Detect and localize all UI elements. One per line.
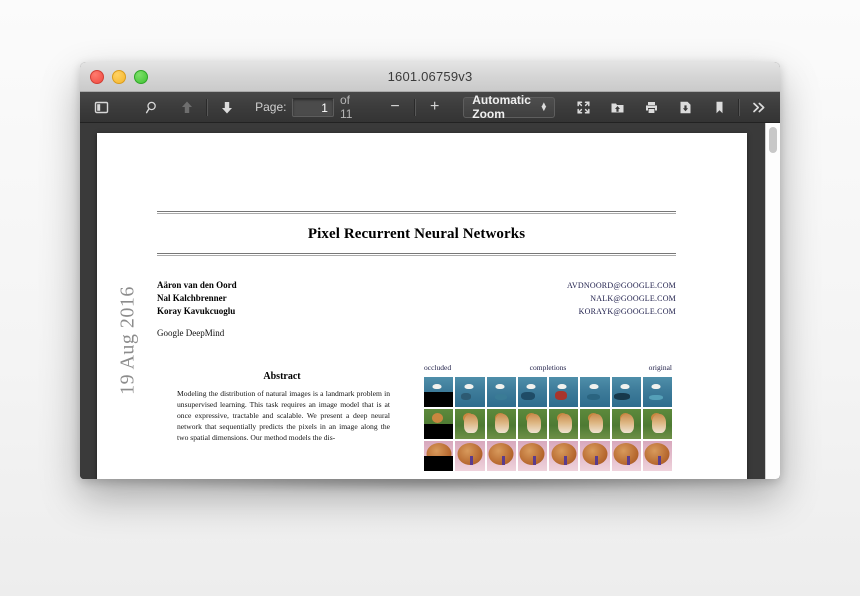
vertical-scrollbar[interactable] bbox=[765, 123, 780, 479]
toolbar-divider-1 bbox=[205, 98, 208, 116]
figure-label-original: original bbox=[648, 363, 672, 372]
paper-title: Pixel Recurrent Neural Networks bbox=[307, 226, 526, 242]
author-name: Aäron van den Oord bbox=[157, 280, 237, 290]
window-controls bbox=[90, 69, 148, 84]
page-number-input[interactable]: 1 bbox=[292, 97, 334, 117]
figure-cell bbox=[642, 377, 672, 407]
minimize-button[interactable] bbox=[112, 69, 126, 84]
pdf-toolbar: Page: 1 of 11 − + Automatic Zoom ▲ ▼ bbox=[80, 92, 780, 123]
figure-cell bbox=[549, 441, 579, 471]
arrow-up-icon bbox=[181, 101, 192, 113]
figure-cell bbox=[455, 377, 485, 407]
presentation-mode-button[interactable] bbox=[569, 96, 597, 118]
figure-cell bbox=[580, 377, 610, 407]
desktop-background: 1601.06759v3 Page: 1 of 11 − + Automatic… bbox=[0, 0, 860, 596]
bookmark-icon bbox=[716, 101, 723, 113]
previous-page-button[interactable] bbox=[173, 96, 201, 118]
teaser-figure: occluded completions original bbox=[424, 363, 672, 471]
double-chevron-right-icon bbox=[753, 102, 765, 112]
secondary-tools-button[interactable] bbox=[745, 96, 773, 118]
occlusion-mask bbox=[424, 424, 454, 439]
author-email: KORAYK@GOOGLE.COM bbox=[578, 307, 676, 316]
figure-row-dog bbox=[424, 409, 672, 439]
find-button[interactable] bbox=[139, 96, 167, 118]
figure-label-completions: completions bbox=[529, 363, 567, 372]
title-rule-top bbox=[157, 211, 676, 214]
abstract-heading: Abstract bbox=[263, 371, 301, 382]
pdf-viewer-area[interactable]: 19 Aug 2016 Pixel Recurrent Neural Netwo… bbox=[80, 123, 780, 479]
figure-cell bbox=[424, 377, 454, 407]
open-file-icon bbox=[611, 103, 624, 112]
figure-cell bbox=[455, 441, 485, 471]
figure-cell bbox=[642, 441, 672, 471]
download-button[interactable] bbox=[671, 96, 699, 118]
pdf-page-1: 19 Aug 2016 Pixel Recurrent Neural Netwo… bbox=[97, 133, 747, 479]
window-title: 1601.06759v3 bbox=[387, 69, 473, 84]
figure-cell bbox=[486, 409, 516, 439]
author-email: AVDNOORD@GOOGLE.COM bbox=[566, 281, 676, 290]
toolbar-divider-2 bbox=[414, 98, 416, 116]
figure-cell bbox=[486, 377, 516, 407]
author-name: Nal Kalchbrenner bbox=[157, 293, 227, 303]
maximize-button[interactable] bbox=[134, 69, 148, 84]
fullscreen-icon bbox=[577, 100, 590, 114]
occlusion-mask bbox=[424, 456, 454, 471]
figure-column-labels: occluded completions original bbox=[424, 363, 672, 377]
title-rule-bottom bbox=[157, 253, 676, 256]
abstract-text: Modeling the distribution of natural ima… bbox=[177, 389, 390, 443]
figure-cell bbox=[424, 409, 454, 439]
figure-label-occluded: occluded bbox=[424, 363, 452, 372]
occlusion-mask bbox=[424, 392, 454, 407]
affiliation: Google DeepMind bbox=[157, 328, 225, 338]
window-titlebar[interactable]: 1601.06759v3 bbox=[80, 62, 780, 92]
figure-cell bbox=[611, 441, 641, 471]
figure-cell bbox=[642, 409, 672, 439]
search-icon bbox=[146, 101, 157, 113]
figure-cell bbox=[486, 441, 516, 471]
figure-cell bbox=[424, 441, 454, 471]
figure-cell bbox=[611, 377, 641, 407]
page-count-label: of 11 bbox=[339, 93, 353, 121]
zoom-in-button[interactable]: + bbox=[421, 96, 449, 118]
close-button[interactable] bbox=[90, 69, 104, 84]
zoom-level-value: Automatic Zoom bbox=[472, 93, 531, 121]
figure-cell bbox=[580, 409, 610, 439]
figure-cell bbox=[517, 441, 547, 471]
zoom-level-select[interactable]: Automatic Zoom ▲ ▼ bbox=[463, 93, 555, 121]
print-icon bbox=[645, 101, 657, 113]
author-list: Aäron van den Oord Nal Kalchbrenner Kora… bbox=[157, 279, 237, 318]
page-number-label: Page: bbox=[255, 100, 287, 114]
sidebar-toggle-icon bbox=[94, 101, 108, 113]
author-emails: AVDNOORD@GOOGLE.COM NALK@GOOGLE.COM KORA… bbox=[567, 279, 676, 318]
figure-image-grid bbox=[424, 377, 672, 471]
chevron-updown-icon: ▲ ▼ bbox=[539, 100, 548, 113]
pdf-viewer-window: 1601.06759v3 Page: 1 of 11 − + Automatic… bbox=[80, 62, 780, 479]
print-button[interactable] bbox=[637, 96, 665, 118]
figure-cell bbox=[549, 409, 579, 439]
download-icon bbox=[680, 101, 691, 113]
bookmark-button[interactable] bbox=[705, 96, 733, 118]
open-file-button[interactable] bbox=[603, 96, 631, 118]
scrollbar-thumb[interactable] bbox=[769, 127, 777, 153]
figure-cell bbox=[549, 377, 579, 407]
figure-cell bbox=[611, 409, 641, 439]
author-name: Koray Kavukcuoglu bbox=[157, 306, 236, 316]
figure-cell bbox=[517, 409, 547, 439]
sidebar-toggle-button[interactable] bbox=[87, 96, 115, 118]
figure-row-disc bbox=[424, 441, 672, 471]
figure-row-ocean bbox=[424, 377, 672, 407]
toolbar-divider-3 bbox=[738, 98, 740, 116]
zoom-out-button[interactable]: − bbox=[381, 96, 409, 118]
author-email: NALK@GOOGLE.COM bbox=[590, 294, 676, 303]
next-page-button[interactable] bbox=[213, 96, 241, 118]
figure-cell bbox=[580, 441, 610, 471]
figure-cell bbox=[455, 409, 485, 439]
arrow-down-icon bbox=[221, 101, 232, 113]
figure-cell bbox=[517, 377, 547, 407]
arxiv-date-stamp: 19 Aug 2016 bbox=[116, 286, 139, 395]
